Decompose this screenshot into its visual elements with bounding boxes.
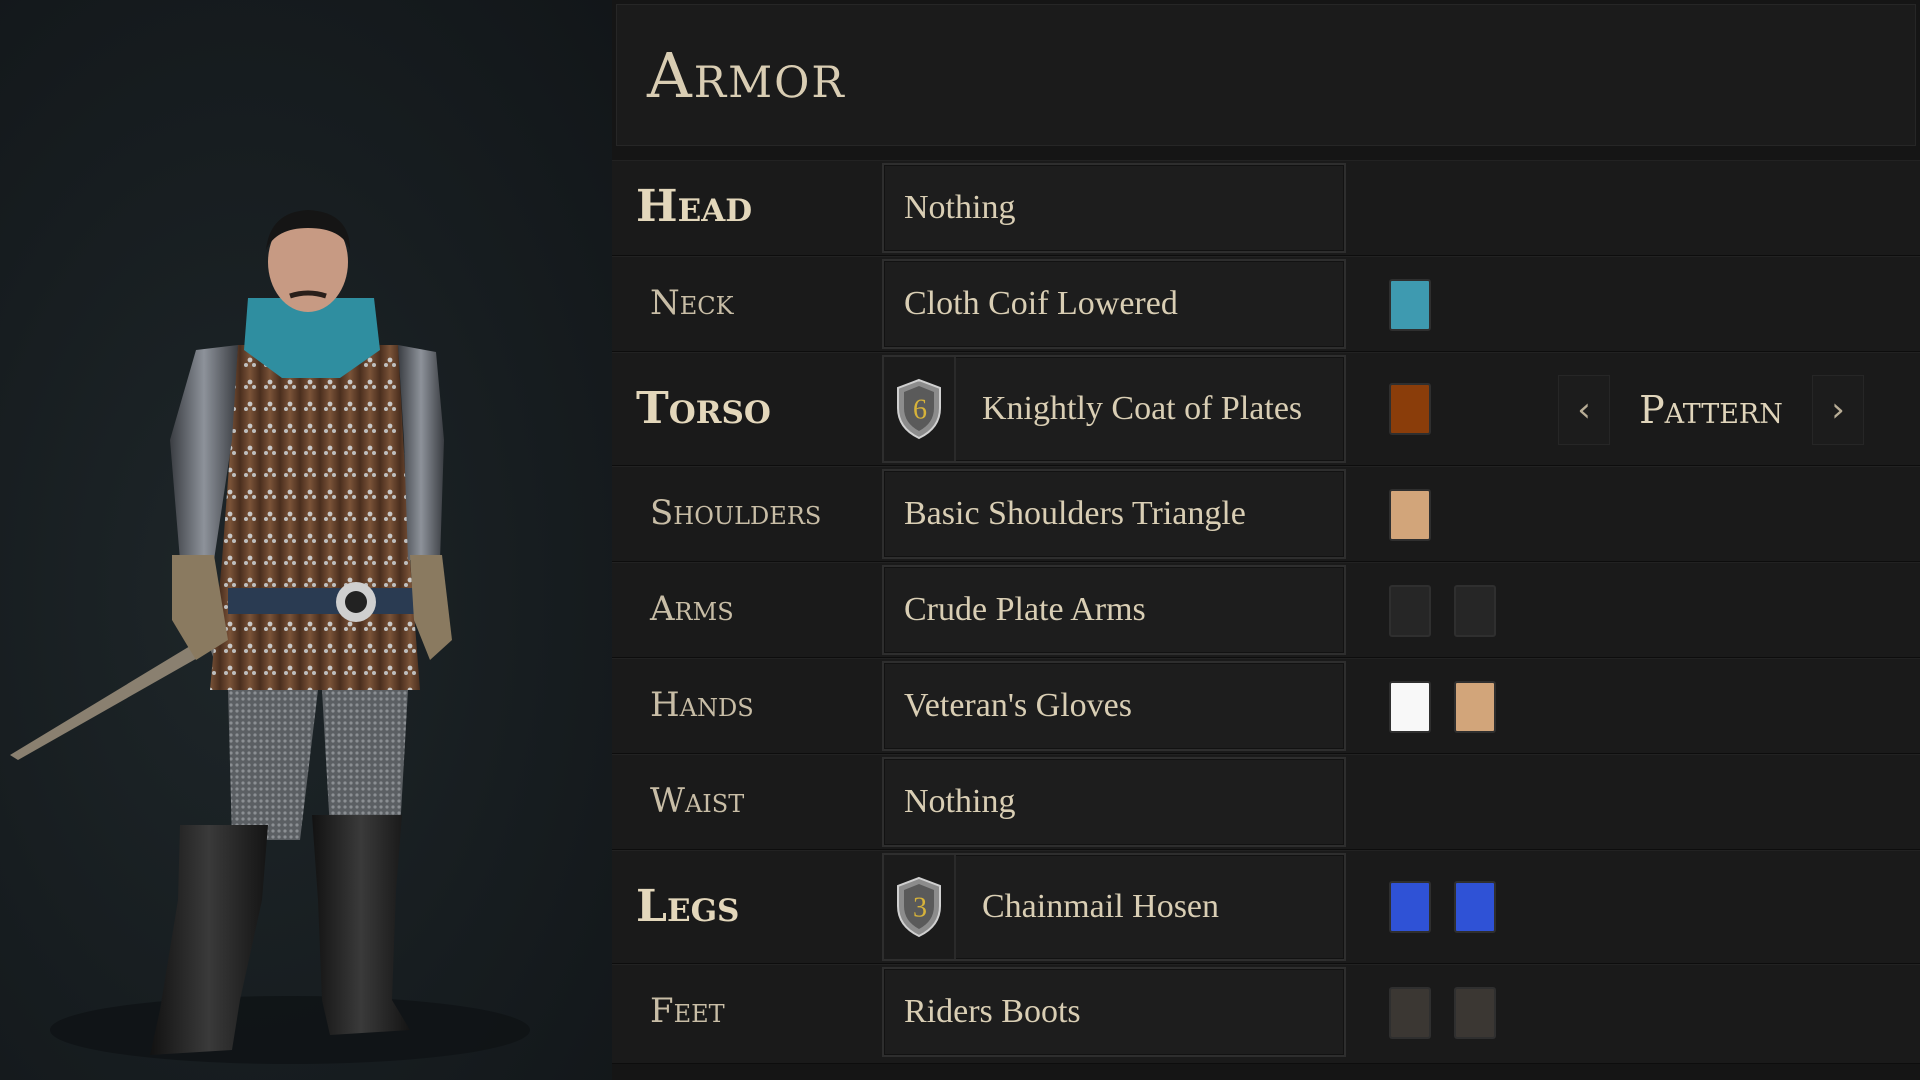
armor-panel: Armor Head Nothing Neck Cloth Coif Lower… <box>612 0 1920 1080</box>
item-selector-feet[interactable]: Riders Boots <box>882 967 1346 1057</box>
color-swatch-hands-1[interactable] <box>1389 681 1431 733</box>
armor-tier-badge-torso: 6 <box>884 357 956 461</box>
slot-row-neck: Neck Cloth Coif Lowered <box>612 256 1920 352</box>
item-selector-torso[interactable]: 6 Knightly Coat of Plates <box>882 355 1346 463</box>
item-selector-legs[interactable]: 3 Chainmail Hosen <box>882 853 1346 961</box>
item-name-hands: Veteran's Gloves <box>904 687 1133 724</box>
slot-row-hands: Hands Veteran's Gloves <box>612 658 1920 754</box>
slot-row-torso: Torso 6 Knightly Coat of Plates ‹ Patter… <box>612 352 1920 466</box>
pattern-selector: ‹ Pattern › <box>1558 369 1864 451</box>
panel-title: Armor <box>647 39 846 112</box>
color-swatch-feet-2[interactable] <box>1454 987 1496 1039</box>
slot-row-shoulders: Shoulders Basic Shoulders Triangle <box>612 466 1920 562</box>
item-name-torso: Knightly Coat of Plates <box>982 390 1303 427</box>
color-swatch-shoulders-1[interactable] <box>1389 489 1431 541</box>
character-preview[interactable] <box>0 0 612 1080</box>
armor-tier-torso: 6 <box>913 394 927 426</box>
item-name-arms: Crude Plate Arms <box>904 591 1146 628</box>
slot-label-arms: Arms <box>650 589 734 629</box>
color-swatch-neck-1[interactable] <box>1389 279 1431 331</box>
slot-label-head: Head <box>636 181 753 232</box>
item-name-legs: Chainmail Hosen <box>982 888 1220 925</box>
slot-row-arms: Arms Crude Plate Arms <box>612 562 1920 658</box>
slot-label-torso: Torso <box>636 383 771 434</box>
color-swatch-legs-2[interactable] <box>1454 881 1496 933</box>
color-swatch-legs-1[interactable] <box>1389 881 1431 933</box>
color-swatch-torso-1[interactable] <box>1389 383 1431 435</box>
slot-label-waist: Waist <box>650 781 745 821</box>
item-selector-head[interactable]: Nothing <box>882 163 1346 253</box>
item-selector-arms[interactable]: Crude Plate Arms <box>882 565 1346 655</box>
chevron-right-icon: › <box>1831 390 1845 430</box>
slot-label-shoulders: Shoulders <box>650 493 822 533</box>
knight-character-model <box>10 210 530 1064</box>
color-swatch-feet-1[interactable] <box>1389 987 1431 1039</box>
panel-header: Armor <box>616 4 1916 146</box>
slot-row-feet: Feet Riders Boots <box>612 964 1920 1064</box>
item-selector-hands[interactable]: Veteran's Gloves <box>882 661 1346 751</box>
slot-label-hands: Hands <box>650 685 754 725</box>
item-selector-waist[interactable]: Nothing <box>882 757 1346 847</box>
item-name-shoulders: Basic Shoulders Triangle <box>904 495 1246 532</box>
item-name-neck: Cloth Coif Lowered <box>904 285 1178 322</box>
item-selector-shoulders[interactable]: Basic Shoulders Triangle <box>882 469 1346 559</box>
slot-row-head: Head Nothing <box>612 160 1920 256</box>
slot-label-feet: Feet <box>650 991 725 1031</box>
armor-tier-badge-legs: 3 <box>884 855 956 959</box>
slot-label-legs: Legs <box>636 881 740 932</box>
armor-tier-legs: 3 <box>913 892 927 924</box>
slot-label-neck: Neck <box>650 283 734 323</box>
color-swatch-hands-2[interactable] <box>1454 681 1496 733</box>
item-selector-neck[interactable]: Cloth Coif Lowered <box>882 259 1346 349</box>
pattern-prev-button[interactable]: ‹ <box>1558 375 1610 445</box>
item-name-waist: Nothing <box>904 783 1016 820</box>
slot-row-waist: Waist Nothing <box>612 754 1920 850</box>
color-swatch-arms-1[interactable] <box>1389 585 1431 637</box>
item-name-feet: Riders Boots <box>904 993 1081 1030</box>
color-swatch-arms-2[interactable] <box>1454 585 1496 637</box>
pattern-label: Pattern <box>1639 388 1783 432</box>
item-name-head: Nothing <box>904 189 1016 226</box>
slot-row-legs: Legs 3 Chainmail Hosen <box>612 850 1920 964</box>
pattern-next-button[interactable]: › <box>1812 375 1864 445</box>
chevron-left-icon: ‹ <box>1577 390 1591 430</box>
